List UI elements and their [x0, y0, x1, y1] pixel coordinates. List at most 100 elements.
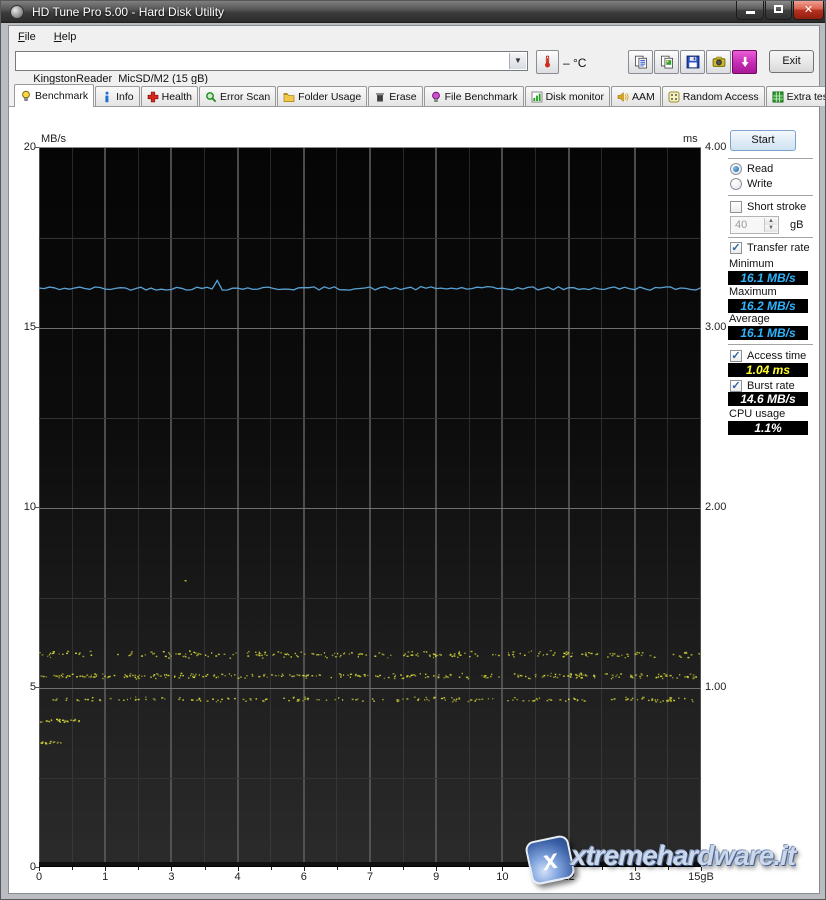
access-time-dot — [266, 654, 268, 657]
access-time-dot — [406, 655, 409, 657]
tab-benchmark[interactable]: Benchmark — [14, 84, 95, 107]
tab-erase[interactable]: Erase — [368, 86, 423, 106]
access-time-dot — [258, 652, 261, 655]
access-time-checkbox[interactable]: ✓ — [730, 350, 742, 362]
temperature-button[interactable] — [536, 50, 559, 74]
access-time-dot — [576, 676, 578, 678]
access-time-dot — [137, 677, 139, 679]
access-time-dot — [485, 677, 487, 679]
access-time-dot — [304, 653, 306, 655]
access-time-dot — [534, 673, 537, 676]
x-axis-tick-label: 4 — [234, 871, 241, 883]
access-time-dot — [66, 720, 69, 722]
access-time-dot — [66, 675, 69, 677]
app-icon — [10, 5, 24, 19]
maximize-button[interactable] — [765, 1, 792, 20]
burst-rate-row[interactable]: ✓ Burst rate — [730, 380, 795, 392]
tab-label: Benchmark — [35, 90, 89, 102]
access-time-dot — [581, 699, 584, 701]
access-time-dot — [615, 675, 617, 678]
access-time-dot — [402, 698, 404, 700]
access-time-dot — [469, 699, 472, 701]
download-button[interactable] — [732, 50, 757, 74]
access-time-dot — [63, 721, 66, 723]
menu-item-file[interactable]: File — [9, 28, 45, 46]
menu-item-help[interactable]: Help — [45, 28, 86, 46]
access-time-dot — [65, 697, 68, 700]
transfer-rate-checkbox[interactable]: ✓ — [730, 242, 742, 254]
short-stroke-row[interactable]: Short stroke — [730, 201, 806, 213]
access-time-dot — [306, 674, 308, 676]
access-time-dot — [635, 674, 637, 676]
access-time-dot — [124, 674, 127, 676]
tabbar: Benchmark Info Health Error Scan Folder Usag… — [9, 84, 825, 107]
access-time-dot — [407, 651, 410, 653]
access-time-dot — [680, 656, 682, 658]
access-time-dot — [672, 677, 674, 679]
spinner-down-icon[interactable]: ▼ — [765, 225, 777, 232]
tab-random-access[interactable]: Random Access — [661, 86, 765, 106]
read-radio-row[interactable]: Read — [730, 163, 773, 175]
transfer-rate-line — [39, 279, 701, 291]
access-time-dot — [571, 652, 573, 654]
tab-label: Extra tests — [786, 90, 825, 103]
tab-extra-tests[interactable]: Extra tests — [765, 86, 825, 106]
tab-error-scan[interactable]: Error Scan — [198, 86, 277, 106]
tab-folder-usage[interactable]: Folder Usage — [277, 86, 368, 106]
access-time-dot — [282, 674, 284, 676]
burst-rate-checkbox[interactable]: ✓ — [730, 380, 742, 392]
access-time-dot — [298, 698, 301, 701]
drive-select-combobox[interactable]: KingstonReader MicSD/M2 (15 gB) ▼ — [15, 51, 528, 85]
chevron-down-icon[interactable]: ▼ — [509, 53, 526, 69]
access-time-dot — [658, 673, 660, 676]
minimize-button[interactable] — [736, 1, 764, 20]
tab-label: File Benchmark — [444, 90, 518, 103]
spinner-up-icon[interactable]: ▲ — [765, 218, 777, 225]
benchmark-series-canvas — [39, 279, 701, 745]
access-time-dot — [564, 700, 567, 702]
tab-file-benchmark[interactable]: File Benchmark — [423, 86, 524, 106]
access-time-dot — [177, 653, 180, 655]
save-button[interactable] — [680, 50, 705, 74]
access-time-dot — [56, 718, 58, 721]
write-radio-row[interactable]: Write — [730, 178, 772, 190]
screenshot-icon — [712, 56, 725, 68]
short-stroke-size-input[interactable]: 40 ▲ ▼ — [730, 216, 779, 234]
titlebar[interactable]: HD Tune Pro 5.00 - Hard Disk Utility ✕ — [1, 1, 825, 23]
tab-health[interactable]: Health — [140, 86, 198, 106]
spinner-arrows[interactable]: ▲ ▼ — [764, 218, 777, 232]
access-time-dot — [40, 675, 43, 677]
exit-button[interactable]: Exit — [769, 50, 814, 73]
copy-text-button[interactable] — [628, 50, 653, 74]
tab-disk-monitor[interactable]: Disk monitor — [524, 86, 610, 106]
close-button[interactable]: ✕ — [793, 1, 824, 20]
access-time-dot — [692, 700, 694, 703]
access-time-row[interactable]: ✓ Access time — [730, 350, 806, 362]
short-stroke-checkbox[interactable] — [730, 201, 742, 213]
access-time-dot — [670, 674, 672, 677]
access-time-dot — [413, 674, 416, 676]
screenshot-button[interactable] — [706, 50, 731, 74]
start-button[interactable]: Start — [730, 130, 796, 151]
access-time-dot — [290, 656, 292, 658]
write-radio[interactable] — [730, 178, 742, 190]
access-time-dot — [71, 673, 74, 675]
access-time-dot — [417, 652, 419, 655]
access-time-dot — [39, 652, 41, 654]
access-time-dot — [580, 677, 582, 679]
transfer-rate-row[interactable]: ✓ Transfer rate — [730, 242, 810, 254]
access-time-dot — [659, 675, 662, 678]
tab-aam[interactable]: AAM — [610, 86, 661, 106]
tab-info[interactable]: Info — [95, 86, 140, 106]
access-time-dot — [123, 699, 125, 701]
access-time-dot — [207, 655, 209, 658]
access-time-dot — [304, 696, 307, 698]
access-time-dot — [620, 673, 623, 675]
access-time-dot — [130, 697, 132, 700]
access-time-dot — [663, 673, 665, 675]
access-time-dot — [137, 698, 140, 701]
copy-image-button[interactable] — [654, 50, 679, 74]
write-radio-label: Write — [747, 178, 773, 190]
temperature-value: – °C — [563, 56, 587, 70]
read-radio[interactable] — [730, 163, 742, 175]
